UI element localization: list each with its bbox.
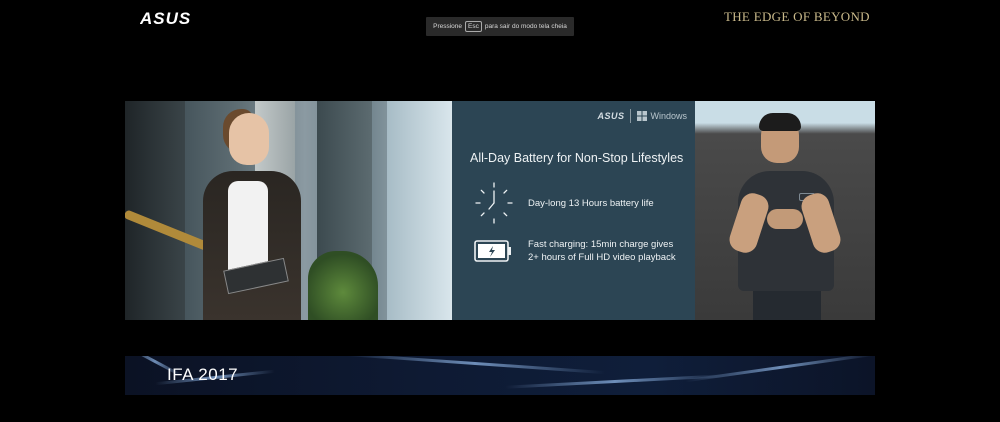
feature-fast-charging-line2: 2+ hours of Full HD video playback — [528, 252, 676, 263]
esc-hint-suffix: para sair do modo tela cheia — [484, 23, 567, 30]
feature-fast-charging: Fast charging: 15min charge gives 2+ hou… — [474, 238, 676, 264]
feature-battery-life: Day-long 13 Hours battery life — [474, 181, 654, 225]
clock-icon — [475, 182, 513, 224]
presentation-slide: ASUS Windows All-Day Battery for Non-Sto… — [452, 101, 695, 320]
slide-windows-logo: Windows — [637, 111, 687, 121]
woman-with-tablet-photo — [125, 101, 452, 320]
fullscreen-exit-hint: Pressione Esc para sair do modo tela che… — [426, 17, 574, 36]
windows-icon — [637, 111, 648, 121]
slide-asus-logo: ASUS — [597, 111, 625, 121]
slide-brand-bar: ASUS Windows — [597, 109, 687, 123]
event-title: IFA 2017 — [167, 365, 239, 384]
feature-battery-life-text: Day-long 13 Hours battery life — [528, 197, 654, 209]
asus-logo: ASUS — [140, 9, 191, 28]
speaker-video-feed — [695, 101, 875, 320]
slide-title: All-Day Battery for Non-Stop Lifestyles — [470, 151, 684, 165]
battery-charging-icon — [474, 240, 511, 262]
esc-key-badge: Esc — [465, 21, 482, 32]
brand-tagline: THE EDGE OF BEYOND — [724, 9, 870, 24]
esc-hint-prefix: Pressione — [433, 23, 463, 30]
event-lower-third-banner: IFA 2017 — [125, 356, 875, 395]
video-frame[interactable]: ASUS Windows All-Day Battery for Non-Sto… — [125, 101, 875, 320]
windows-label: Windows — [650, 111, 687, 121]
svg-text:ASUS: ASUS — [140, 9, 191, 28]
feature-fast-charging-line1: Fast charging: 15min charge gives — [528, 239, 674, 250]
